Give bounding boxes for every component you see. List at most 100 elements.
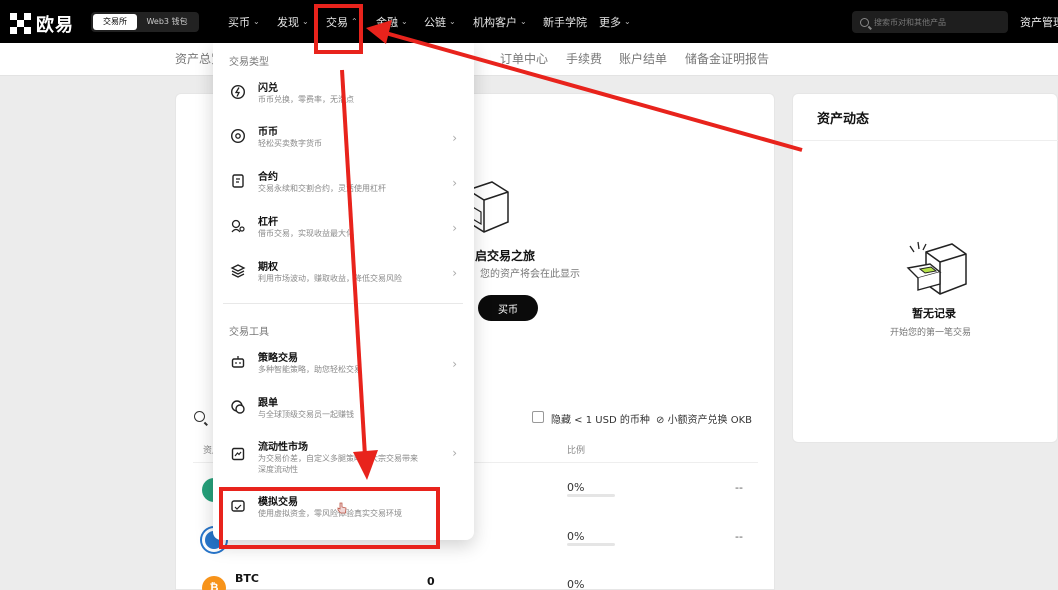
chevron-right-icon: › — [452, 221, 457, 235]
web3-wallet-toggle[interactable]: Web3 钱包 — [137, 14, 197, 30]
empty-activity-subtitle: 开始您的第一笔交易 — [890, 328, 972, 338]
search-placeholder: 搜索币对和其他产品 — [874, 17, 946, 27]
asset-management-link[interactable]: 资产管理 — [1020, 14, 1058, 30]
empty-drawer-icon — [906, 241, 967, 295]
nav-academy-label: 新手学院 — [543, 16, 587, 29]
menu-item-desc: 轻松买卖数字货币 — [258, 139, 322, 148]
nav-chain[interactable]: 公链 ⌄ — [424, 14, 456, 30]
subnav-proof-of-reserves[interactable]: 储备金证明报告 — [685, 50, 769, 67]
chevron-right-icon: › — [452, 357, 457, 371]
row-usdt-value: -- — [735, 481, 743, 494]
platform-switch: 交易所 Web3 钱包 — [91, 12, 199, 32]
menu-item-strategy[interactable]: 策略交易 多种智能策略，助您轻松交易 › — [213, 345, 474, 389]
nav-more-label: 更多 — [599, 16, 621, 29]
copy-trading-icon — [231, 400, 245, 414]
chevron-down-icon: ⌄ — [624, 16, 631, 26]
menu-item-desc: 使用虚拟资金，零风险体验真实交易环境 — [258, 509, 402, 518]
section-trade-tools: 交易工具 — [229, 327, 269, 338]
card-divider — [793, 140, 1058, 141]
chevron-down-icon: ⌄ — [253, 16, 260, 26]
nav-trade[interactable]: 交易 ⌃ — [326, 14, 358, 30]
row-usdc-ratio: 0% — [567, 530, 585, 543]
chevron-right-icon: › — [452, 446, 457, 460]
search-icon[interactable] — [194, 411, 205, 422]
row-usdc-ratio-bar — [567, 543, 615, 546]
empty-activity-title: 暂无记录 — [912, 307, 956, 320]
nav-more[interactable]: 更多 ⌄ — [599, 14, 631, 30]
chevron-down-icon: ⌄ — [449, 16, 456, 26]
hand-cursor-icon — [337, 502, 347, 514]
small-asset-convert-link[interactable]: ⊘ 小额资产兑换 OKB — [656, 411, 752, 426]
menu-item-title: 策略交易 — [258, 353, 298, 364]
chevron-up-icon: ⌃ — [351, 16, 358, 26]
okx-logo-icon — [10, 13, 32, 35]
menu-item-desc: 与全球顶级交易员一起赚钱 — [258, 410, 354, 419]
row-usdc-value: -- — [735, 530, 743, 543]
menu-item-margin[interactable]: 杠杆 借币交易，实现收益最大化 › — [213, 209, 474, 253]
row-usdt-ratio-bar — [567, 494, 615, 497]
futures-icon — [232, 174, 244, 188]
subnav-orders[interactable]: 订单中心 — [500, 50, 548, 67]
buy-crypto-button[interactable]: 买币 — [478, 295, 538, 321]
row-btc-ratio: 0% — [567, 578, 585, 590]
menu-item-desc: 利用市场波动，赚取收益，降低交易风险 — [258, 274, 402, 283]
nav-finance[interactable]: 金融 ⌄ — [376, 14, 408, 30]
row-btc-name: BTC — [235, 572, 259, 585]
nav-discover[interactable]: 发现 ⌄ — [277, 14, 309, 30]
okx-logo[interactable]: 欧易 — [10, 11, 74, 37]
liquidity-market-icon — [231, 447, 245, 461]
top-navigation-bar: 欧易 交易所 Web3 钱包 买币 ⌄ 发现 ⌄ 交易 ⌃ 金融 ⌄ 公链 ⌄ 机构客户 ⌄… — [0, 0, 1058, 43]
exchange-toggle[interactable]: 交易所 — [93, 14, 137, 30]
menu-item-liquidity-market[interactable]: 流动性市场 为交易价差，自定义多腿策略和大宗交易带来 深度流动性 › — [213, 434, 474, 486]
menu-item-title: 期权 — [258, 262, 278, 273]
menu-item-desc: 多种智能策略，助您轻松交易 — [258, 365, 362, 374]
convert-label: 小额资产兑换 OKB — [667, 415, 753, 426]
spot-icon — [230, 128, 246, 144]
chevron-right-icon: › — [452, 266, 457, 280]
nav-academy[interactable]: 新手学院 — [543, 14, 587, 30]
nav-chain-label: 公链 — [424, 16, 446, 29]
trade-dropdown-menu: 交易类型 闪兑 币币兑换，零费率，无滑点 币币 轻松买卖数字货币 › 合约 交易… — [213, 43, 474, 540]
options-icon — [230, 264, 246, 278]
menu-item-desc: 币币兑换，零费率，无滑点 — [258, 95, 354, 104]
nav-institutional[interactable]: 机构客户 ⌄ — [473, 14, 527, 30]
menu-item-options[interactable]: 期权 利用市场波动，赚取收益，降低交易风险 › — [213, 254, 474, 298]
menu-divider — [223, 303, 463, 304]
hide-small-balance-checkbox[interactable] — [532, 411, 544, 423]
menu-item-copy-trading[interactable]: 跟单 与全球顶级交易员一起赚钱 — [213, 390, 474, 434]
menu-item-desc-line2: 深度流动性 — [258, 465, 298, 474]
menu-item-title: 模拟交易 — [258, 497, 298, 508]
search-icon — [860, 17, 869, 27]
row-btc-amount: 0 — [427, 575, 435, 588]
subnav-fees[interactable]: 手续费 — [566, 50, 602, 67]
menu-item-futures[interactable]: 合约 交易永续和交割合约，灵活使用杠杆 › — [213, 164, 474, 208]
logo-text: 欧易 — [36, 15, 74, 36]
chevron-down-icon: ⌄ — [401, 16, 408, 26]
menu-item-desc: 为交易价差，自定义多腿策略和大宗交易带来 — [258, 454, 418, 463]
chevron-down-icon: ⌄ — [302, 16, 309, 26]
menu-item-desc: 借币交易，实现收益最大化 — [258, 229, 354, 238]
bot-icon — [231, 356, 245, 368]
nav-buy-label: 买币 — [228, 16, 250, 29]
section-trade-types: 交易类型 — [229, 57, 269, 68]
nav-finance-label: 金融 — [376, 16, 398, 29]
menu-item-convert[interactable]: 闪兑 币币兑换，零费率，无滑点 — [213, 75, 474, 119]
menu-item-spot[interactable]: 币币 轻松买卖数字货币 › — [213, 119, 474, 163]
search-input[interactable]: 搜索币对和其他产品 — [852, 11, 1008, 33]
menu-item-desc: 交易永续和交割合约，灵活使用杠杆 — [258, 184, 386, 193]
nav-buy[interactable]: 买币 ⌄ — [228, 14, 260, 30]
chevron-right-icon: › — [452, 131, 457, 145]
empty-state-subtitle: 您的资产将会在此显示 — [480, 269, 580, 280]
menu-item-title: 流动性市场 — [258, 442, 308, 453]
nav-institutional-label: 机构客户 — [473, 16, 517, 29]
chevron-right-icon: › — [452, 176, 457, 190]
subnav-statements[interactable]: 账户结单 — [619, 50, 667, 67]
demo-trading-icon — [231, 500, 245, 512]
margin-icon — [231, 219, 245, 233]
nav-discover-label: 发现 — [277, 16, 299, 29]
column-header-ratio: 比例 — [567, 446, 586, 456]
chevron-down-icon: ⌄ — [520, 16, 527, 26]
menu-item-title: 合约 — [258, 172, 278, 183]
menu-item-title: 币币 — [258, 127, 278, 138]
empty-state-title: 启交易之旅 — [475, 249, 536, 263]
